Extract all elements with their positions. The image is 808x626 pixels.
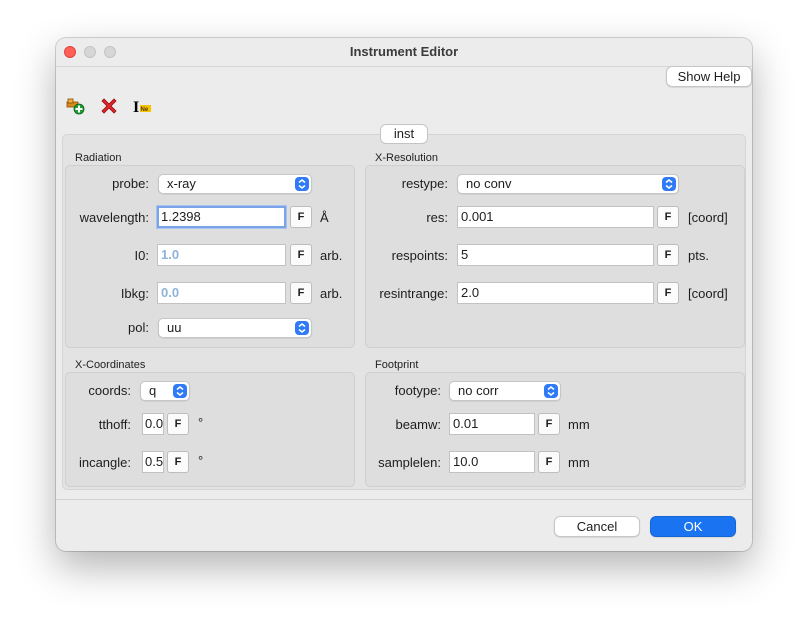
- wavelength-fit-button[interactable]: F: [290, 206, 312, 228]
- tthoff-label: tthoff:: [98, 417, 131, 432]
- coords-label: coords:: [88, 383, 131, 398]
- incangle-field[interactable]: 0.5: [142, 451, 164, 473]
- wavelength-label: wavelength:: [79, 210, 149, 225]
- beamw-unit: mm: [568, 417, 590, 432]
- rename-icon-glyph: I: [133, 99, 139, 116]
- xresolution-group: restype: no conv res: 0.001 F [coord] re…: [365, 165, 745, 348]
- ibkg-unit: arb.: [320, 286, 343, 301]
- chevron-updown-icon: [295, 177, 309, 191]
- restype-label: restype:: [401, 176, 448, 191]
- tthoff-field[interactable]: 0.0: [142, 413, 164, 435]
- restype-value: no conv: [466, 176, 512, 191]
- chevron-updown-icon: [544, 384, 558, 398]
- res-unit: [coord]: [688, 210, 728, 225]
- wavelength-unit: Å: [320, 210, 329, 225]
- res-label: res:: [426, 210, 448, 225]
- respoints-field[interactable]: 5: [457, 244, 654, 266]
- rename-icon-subscript: Ne: [141, 107, 149, 113]
- incangle-fit-button[interactable]: F: [167, 451, 189, 473]
- pol-select[interactable]: uu: [158, 318, 312, 338]
- instrument-editor-window: Instrument Editor Show Help I Ne inst Ra…: [56, 38, 752, 551]
- xresolution-group-title: X-Resolution: [375, 152, 438, 164]
- tthoff-fit-button[interactable]: F: [167, 413, 189, 435]
- i0-fit-button[interactable]: F: [290, 244, 312, 266]
- res-fit-button[interactable]: F: [657, 206, 679, 228]
- xcoordinates-group: coords: q tthoff: 0.0 F ° incangle: 0.5 …: [65, 372, 355, 487]
- incangle-unit: °: [198, 453, 204, 468]
- wavelength-field[interactable]: 1.2398: [157, 206, 286, 228]
- footype-label: footype:: [394, 383, 441, 398]
- title-bar[interactable]: Instrument Editor: [56, 38, 752, 67]
- chevron-updown-icon: [295, 321, 309, 335]
- ibkg-fit-button[interactable]: F: [290, 282, 312, 304]
- i0-unit: arb.: [320, 248, 343, 263]
- respoints-label: respoints:: [391, 248, 448, 263]
- rename-instrument-icon[interactable]: I Ne: [132, 96, 152, 116]
- resintrange-fit-button[interactable]: F: [657, 282, 679, 304]
- xcoordinates-group-title: X-Coordinates: [75, 359, 146, 371]
- res-field[interactable]: 0.001: [457, 206, 654, 228]
- footer-divider: [56, 499, 752, 500]
- probe-label: probe:: [112, 176, 149, 191]
- restype-select[interactable]: no conv: [457, 174, 679, 194]
- footprint-group-title: Footprint: [375, 359, 419, 371]
- respoints-unit: pts.: [688, 248, 709, 263]
- footype-value: no corr: [458, 383, 499, 398]
- pol-value: uu: [167, 320, 182, 335]
- samplelen-unit: mm: [568, 455, 590, 470]
- window-title: Instrument Editor: [349, 44, 459, 59]
- resintrange-unit: [coord]: [688, 286, 728, 301]
- add-instrument-icon[interactable]: [66, 96, 86, 116]
- i0-field[interactable]: 1.0: [157, 244, 286, 266]
- probe-value: x-ray: [167, 176, 196, 191]
- beamw-label: beamw:: [395, 417, 441, 432]
- coords-value: q: [149, 383, 157, 398]
- chevron-updown-icon: [173, 384, 187, 398]
- resintrange-field[interactable]: 2.0: [457, 282, 654, 304]
- coords-select[interactable]: q: [140, 381, 190, 401]
- pol-label: pol:: [128, 320, 149, 335]
- incangle-label: incangle:: [78, 455, 131, 470]
- cancel-button[interactable]: Cancel: [554, 516, 640, 537]
- resintrange-label: resintrange:: [379, 286, 448, 301]
- samplelen-fit-button[interactable]: F: [538, 451, 560, 473]
- delete-instrument-icon[interactable]: [99, 96, 119, 116]
- ibkg-field[interactable]: 0.0: [157, 282, 286, 304]
- tthoff-unit: °: [198, 415, 204, 430]
- radiation-group-title: Radiation: [75, 152, 122, 164]
- ibkg-label: Ibkg:: [120, 286, 149, 301]
- tab-pane: Radiation probe: x-ray wavelength: 1.239…: [62, 134, 746, 490]
- ok-button[interactable]: OK: [650, 516, 736, 537]
- footprint-group: footype: no corr beamw: 0.01 F mm sample…: [365, 372, 745, 487]
- i0-label: I0:: [134, 248, 149, 263]
- show-help-button[interactable]: Show Help: [666, 66, 752, 87]
- beamw-fit-button[interactable]: F: [538, 413, 560, 435]
- tab-inst[interactable]: inst: [380, 124, 428, 144]
- respoints-fit-button[interactable]: F: [657, 244, 679, 266]
- footype-select[interactable]: no corr: [449, 381, 561, 401]
- samplelen-field[interactable]: 10.0: [449, 451, 535, 473]
- radiation-group: probe: x-ray wavelength: 1.2398 F Å I0: …: [65, 165, 355, 348]
- beamw-field[interactable]: 0.01: [449, 413, 535, 435]
- chevron-updown-icon: [662, 177, 676, 191]
- probe-select[interactable]: x-ray: [158, 174, 312, 194]
- samplelen-label: samplelen:: [378, 455, 441, 470]
